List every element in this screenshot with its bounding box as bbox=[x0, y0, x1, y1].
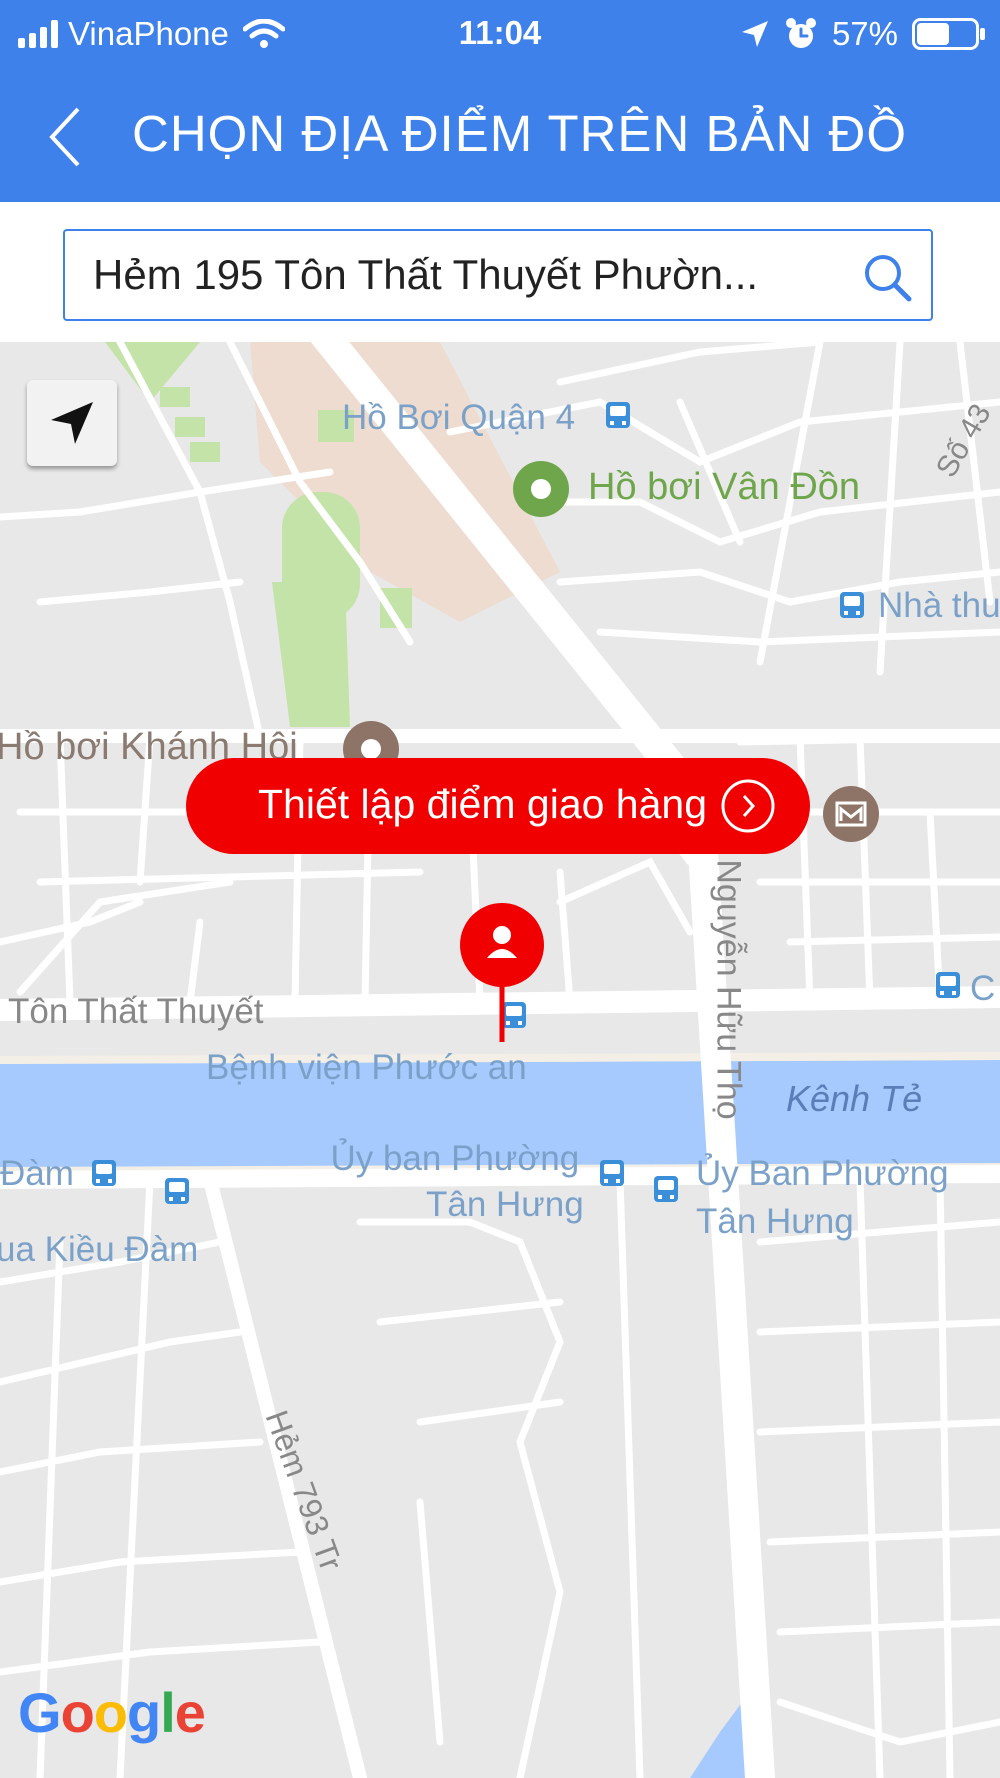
bus-stop-icon[interactable] bbox=[936, 972, 960, 998]
location-arrow-icon bbox=[51, 402, 93, 444]
app-root: VinaPhone 11:04 57% CHỌN ĐỊA ĐIỂM TRÊN B… bbox=[0, 0, 1000, 1778]
museum-poi-icon[interactable] bbox=[822, 785, 880, 843]
google-letter: o bbox=[93, 1681, 128, 1744]
google-letter: o bbox=[60, 1681, 95, 1744]
bus-stop-icon[interactable] bbox=[606, 402, 630, 428]
poi-label-nha-thu: Nhà thu bbox=[878, 586, 1000, 625]
park-poi-icon[interactable] bbox=[512, 460, 570, 518]
delivery-button-label: Thiết lập điểm giao hàng bbox=[258, 781, 708, 827]
poi-label-kieu-dam: ua Kiều Đàm bbox=[0, 1230, 199, 1269]
bus-stop-icon[interactable] bbox=[600, 1160, 624, 1186]
search-input[interactable] bbox=[93, 231, 833, 319]
poi-label-dam: Đàm bbox=[0, 1154, 74, 1193]
google-letter: G bbox=[18, 1681, 62, 1744]
alarm-icon bbox=[785, 18, 816, 48]
street-label-ton-that-thuyet: Tôn Thất Thuyết bbox=[8, 992, 264, 1031]
battery-percent: 57% bbox=[831, 15, 898, 52]
water-label-kenh-te: Kênh Tẻ bbox=[786, 1078, 923, 1119]
chevron-left-icon bbox=[49, 107, 80, 167]
chevron-right-circle-icon[interactable] bbox=[720, 778, 776, 834]
battery-icon bbox=[912, 18, 985, 50]
search-icon[interactable] bbox=[861, 251, 913, 303]
status-bar: VinaPhone 11:04 57% bbox=[0, 0, 1000, 70]
bus-stop-icon[interactable] bbox=[654, 1176, 678, 1202]
location-pin-icon[interactable] bbox=[459, 902, 545, 1042]
google-letter: l bbox=[160, 1681, 176, 1744]
header: VinaPhone 11:04 57% CHỌN ĐỊA ĐIỂM TRÊN B… bbox=[0, 0, 1000, 202]
poi-label-pool-van-don: Hồ bơi Vân Đồn bbox=[588, 466, 861, 508]
ubnd-left-line1: Ủy ban Phường bbox=[330, 1139, 580, 1178]
google-letter: e bbox=[174, 1681, 206, 1744]
google-letter: g bbox=[127, 1681, 161, 1744]
search-box bbox=[63, 229, 933, 321]
ubnd-left-line2: Tân Hưng bbox=[426, 1185, 584, 1224]
bus-stop-icon[interactable] bbox=[92, 1160, 116, 1186]
street-label-nguyen-huu-tho: Nguyễn Hữu Thọ bbox=[709, 859, 748, 1120]
bus-stop-icon[interactable] bbox=[165, 1178, 189, 1204]
ubnd-right-line2: Tân Hưng bbox=[696, 1202, 854, 1241]
page-title: CHỌN ĐỊA ĐIỂM TRÊN BẢN ĐỒ bbox=[132, 105, 907, 162]
poi-label-pool-district4: Hồ Bơi Quận 4 bbox=[342, 398, 576, 437]
poi-label-benh-vien: Bệnh viện Phước an bbox=[206, 1048, 527, 1087]
back-button[interactable] bbox=[36, 97, 96, 177]
bus-stop-icon[interactable] bbox=[840, 592, 864, 618]
poi-label-c: C bbox=[970, 969, 996, 1008]
location-arrow-icon bbox=[741, 21, 768, 47]
poi-label-ubnd-left: Ủy ban Phường Tân Hưng bbox=[326, 1136, 584, 1228]
google-logo: Google bbox=[18, 1680, 206, 1745]
set-delivery-point-button[interactable]: Thiết lập điểm giao hàng bbox=[186, 758, 810, 854]
my-location-button[interactable] bbox=[27, 380, 117, 466]
map[interactable]: Hồ Bơi Quận 4 Hồ bơi Vân Đồn Số 43 Nhà t… bbox=[0, 342, 1000, 1778]
nav-bar: CHỌN ĐỊA ĐIỂM TRÊN BẢN ĐỒ bbox=[0, 72, 1000, 202]
poi-label-ubnd-right: Ủy Ban Phường Tân Hưng bbox=[696, 1150, 949, 1246]
ubnd-right-line1: Ủy Ban Phường bbox=[696, 1154, 949, 1193]
status-right: 57% bbox=[740, 12, 986, 56]
